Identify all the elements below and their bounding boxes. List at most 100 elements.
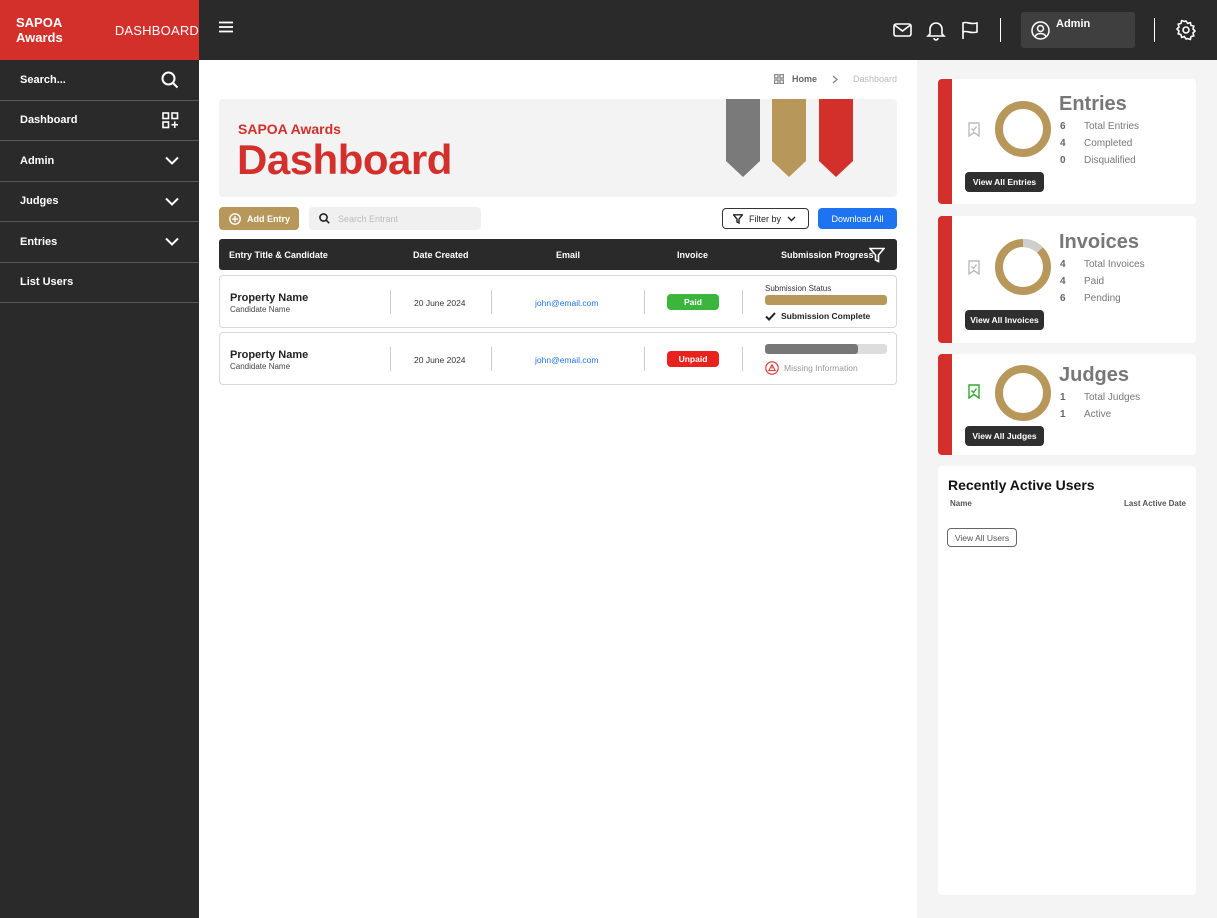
- progress-fill: [765, 344, 858, 354]
- stat-line: 6 Total Entries: [1060, 121, 1139, 132]
- chevron-down-icon: [165, 238, 179, 247]
- email-link[interactable]: john@email.com: [535, 355, 598, 365]
- cell-divider: [491, 347, 492, 371]
- view-all-entries-button[interactable]: View All Entries: [965, 172, 1044, 192]
- table-row[interactable]: Property Name Candidate Name 20 June 202…: [219, 332, 897, 385]
- submission-progress-bar: [765, 344, 887, 354]
- sidebar-item-list-users[interactable]: List Users: [0, 263, 199, 303]
- col-name: Name: [950, 499, 972, 508]
- property-name: Property Name: [230, 349, 309, 361]
- card-accent: [938, 216, 952, 343]
- date-created: 20 June 2024: [414, 298, 466, 308]
- invoice-status-badge: Paid: [667, 294, 719, 310]
- stat-label: Paid: [1084, 276, 1105, 287]
- brand-logo[interactable]: SAPOA Awards DASHBOARD: [0, 0, 199, 60]
- breadcrumb-home[interactable]: Home: [792, 74, 817, 84]
- search-entrant-input[interactable]: Search Entrant: [309, 207, 481, 230]
- entries-title: Entries: [1059, 93, 1127, 115]
- stat-label: Total Judges: [1084, 392, 1141, 403]
- page-title: Dashboard: [237, 136, 452, 183]
- entries-card: Entries 6 Total Entries 4 Completed 0 Disqu…: [938, 79, 1196, 204]
- search-icon[interactable]: [161, 71, 179, 89]
- warning-icon: [765, 361, 779, 375]
- judges-card: Judges 1 Total Judges 1 Active View All Ju…: [938, 354, 1196, 455]
- submission-complete-status: Submission Complete: [765, 311, 870, 321]
- dashboard-add-icon: [162, 111, 179, 129]
- stat-label: Total Entries: [1084, 121, 1140, 132]
- col-invoice[interactable]: Invoice: [677, 250, 708, 260]
- breadcrumb-current: Dashboard: [852, 74, 897, 84]
- property-name: Property Name: [230, 292, 309, 304]
- col-date-created[interactable]: Date Created: [413, 250, 469, 260]
- table-header: Entry Title & Candidate Date Created Ema…: [219, 239, 897, 270]
- col-email[interactable]: Email: [556, 250, 580, 260]
- invoice-status-badge: Unpaid: [667, 351, 719, 367]
- table-row[interactable]: Property Name Candidate Name 20 June 202…: [219, 275, 897, 328]
- topbar-divider: [1000, 18, 1001, 42]
- stat-value: 4: [1060, 276, 1066, 287]
- stat-line: 4 Completed: [1060, 138, 1132, 149]
- notifications-button[interactable]: [926, 19, 946, 46]
- date-created: 20 June 2024: [414, 355, 466, 365]
- download-all-label: Download All: [831, 213, 884, 224]
- add-entry-button[interactable]: Add Entry: [219, 207, 299, 230]
- stat-line: 0 Disqualified: [1060, 155, 1136, 166]
- user-menu[interactable]: Admin: [1021, 12, 1135, 48]
- sidebar-item-dashboard[interactable]: Dashboard: [0, 101, 199, 141]
- col-last-active-date: Last Active Date: [1124, 499, 1186, 508]
- cell-divider: [491, 290, 492, 314]
- stat-value: 4: [1060, 259, 1066, 270]
- gear-icon: [1175, 19, 1197, 41]
- stat-label: Active: [1084, 409, 1112, 420]
- cell-divider: [742, 290, 743, 314]
- invoices-card: Invoices 4 Total Invoices 4 Paid 6 Pending …: [938, 216, 1196, 343]
- chevron-right-icon: [832, 74, 839, 84]
- breadcrumb: Home Dashboard: [773, 74, 897, 84]
- sidebar-search[interactable]: Search...: [0, 60, 199, 101]
- table-filter-button[interactable]: [868, 247, 886, 265]
- filter-by-dropdown[interactable]: Filter by: [722, 208, 809, 229]
- hero-subtitle: SAPOA Awards: [238, 121, 341, 137]
- col-submission-progress[interactable]: Submission Progress: [781, 250, 874, 260]
- view-all-users-button[interactable]: View All Users: [947, 528, 1017, 547]
- mail-button[interactable]: [893, 19, 912, 46]
- sidebar-item-judges[interactable]: Judges: [0, 182, 199, 222]
- plus-circle-icon: [229, 212, 241, 225]
- download-all-button[interactable]: Download All: [818, 208, 897, 229]
- stat-value: 6: [1060, 121, 1066, 132]
- email-link[interactable]: john@email.com: [535, 298, 598, 308]
- flag-button[interactable]: [961, 19, 979, 46]
- sidebar-item-label: Admin: [20, 154, 55, 167]
- view-all-judges-button[interactable]: View All Judges: [965, 426, 1044, 446]
- sidebar-item-entries[interactable]: Entries: [0, 222, 199, 263]
- sidebar-item-label: Dashboard: [20, 114, 78, 127]
- col-entry-title[interactable]: Entry Title & Candidate: [229, 250, 328, 260]
- sidebar-item-admin[interactable]: Admin: [0, 141, 199, 182]
- bell-icon: [926, 22, 946, 41]
- checkmark-icon: [765, 311, 776, 321]
- filter-icon: [733, 213, 743, 224]
- progress-fill: [765, 295, 887, 305]
- invoices-title: Invoices: [1059, 231, 1140, 253]
- sidebar: SAPOA Awards DASHBOARD Search... Dashboa…: [0, 0, 199, 918]
- candidate-name: Candidate Name: [230, 305, 291, 314]
- add-entry-label: Add Entry: [247, 213, 291, 224]
- entries-donut-chart: [995, 101, 1051, 157]
- stat-label: Pending: [1084, 293, 1121, 304]
- user-avatar-icon: [1031, 21, 1050, 40]
- view-all-invoices-button[interactable]: View All Invoices: [965, 310, 1044, 330]
- hamburger-icon: [219, 21, 233, 33]
- sidebar-search-label: Search...: [20, 73, 66, 86]
- stat-value: 0: [1060, 155, 1066, 166]
- stat-label: Completed: [1084, 138, 1133, 149]
- recent-users-card: Recently Active Users Name Last Active D…: [938, 466, 1196, 895]
- settings-button[interactable]: [1175, 19, 1197, 46]
- card-accent: [938, 79, 952, 204]
- hero-banner: SAPOA Awards Dashboard: [219, 99, 897, 197]
- status-text: Missing Information: [784, 363, 858, 373]
- stat-label: Disqualified: [1084, 155, 1136, 166]
- stat-value: 6: [1060, 293, 1066, 304]
- filter-by-label: Filter by: [749, 213, 782, 224]
- hamburger-menu-button[interactable]: [219, 20, 233, 38]
- stat-line: 1 Total Judges: [1060, 392, 1140, 403]
